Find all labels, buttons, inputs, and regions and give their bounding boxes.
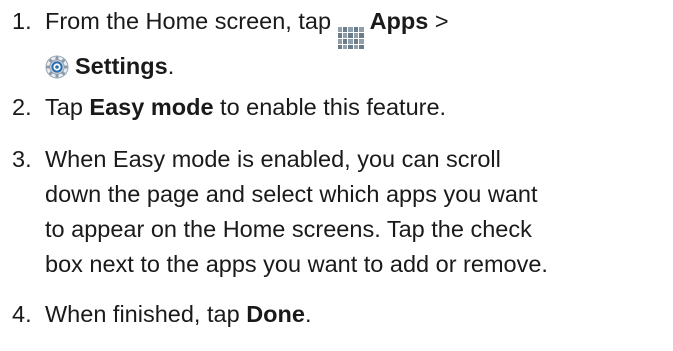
step-text: From the Home screen, tap Apps > Setting…	[45, 4, 670, 84]
step-number: 4.	[12, 301, 32, 327]
step-text: When Easy mode is enabled, you can scrol…	[45, 142, 670, 282]
done-label: Done	[246, 301, 305, 327]
step-text: When finished, tap Done.	[45, 297, 670, 332]
step-number: 1.	[12, 8, 32, 34]
step-4: 4. When finished, tap Done.	[0, 297, 673, 332]
step-text-line: box next to the apps you want to add or …	[45, 251, 548, 277]
step-text-line: to appear on the Home screens. Tap the c…	[45, 216, 532, 242]
step-1: 1. From the Home screen, tap Apps > Sett…	[0, 4, 673, 84]
gear-icon	[45, 55, 69, 79]
step-text-end: .	[167, 53, 175, 80]
step-text-end: .	[304, 301, 312, 327]
step-text-segment: When finished, tap	[45, 301, 247, 327]
step-text-line: down the page and select which apps you …	[45, 181, 538, 207]
step-number: 2.	[12, 94, 32, 120]
step-text-segment: From the Home screen, tap	[45, 8, 338, 34]
step-text-line: When Easy mode is enabled, you can scrol…	[45, 146, 501, 172]
step-text-segment: Tap	[45, 94, 90, 120]
settings-label: Settings	[75, 53, 168, 80]
apps-grid-icon	[337, 27, 364, 50]
apps-label: Apps	[369, 8, 429, 34]
step-number: 3.	[12, 146, 32, 172]
step-text-separator: >	[428, 8, 449, 34]
step-2: 2. Tap Easy mode to enable this feature.	[0, 90, 673, 125]
step-3: 3. When Easy mode is enabled, you can sc…	[0, 142, 673, 282]
step-text: Tap Easy mode to enable this feature.	[45, 90, 670, 125]
step-text-segment: to enable this feature.	[213, 94, 447, 120]
easy-mode-label: Easy mode	[89, 94, 214, 120]
